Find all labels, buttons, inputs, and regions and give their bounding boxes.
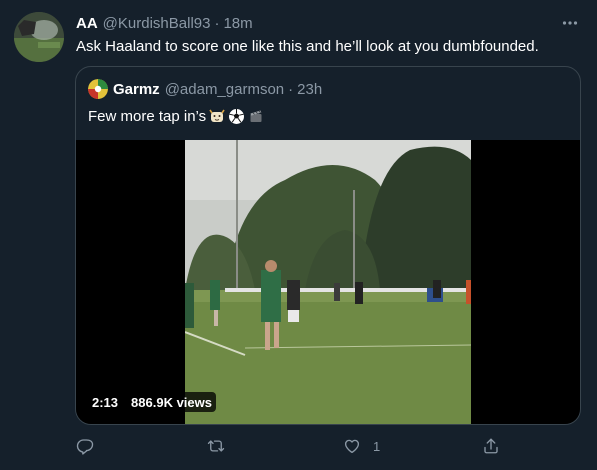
video-thumbnail [185,140,471,424]
soccer-ball-icon [228,108,245,125]
like-button[interactable]: 1 [343,434,380,458]
reply-icon [76,437,94,455]
separator-dot: · [214,14,220,32]
quoted-tweet[interactable]: Garmz @adam_garmson · 23h Few more tap i… [75,66,581,425]
video-info-overlay: 2:13 886.9K views [88,392,216,412]
like-count: 1 [373,438,381,454]
tweet-actions: 1 [76,434,506,458]
tweet-text: Ask Haaland to score one like this and h… [76,38,539,55]
tweet-header: AA @KurdishBall93 · 18m [76,13,253,33]
quoted-tweet-text-row: Few more tap in’s [88,105,263,127]
quoted-avatar[interactable] [88,79,108,99]
share-button[interactable] [482,434,500,458]
video-views: 886.9K views [131,394,212,410]
retweet-button[interactable] [207,434,237,458]
reply-button[interactable] [76,434,106,458]
video-player[interactable]: 2:13 886.9K views [76,140,580,424]
retweet-icon [207,437,225,455]
quoted-tweet-text: Few more tap in’s [88,107,207,125]
quoted-tweet-header: Garmz @adam_garmson · 23h [88,79,322,99]
avatar[interactable] [14,12,64,62]
author-name[interactable]: AA [76,15,98,32]
video-duration: 2:13 [92,394,119,410]
quoted-tweet-timestamp[interactable]: 23h [297,81,322,98]
tweet-timestamp[interactable]: 18m [223,15,252,32]
clapperboard-icon [249,109,263,123]
share-icon [482,437,500,455]
quoted-author-handle[interactable]: @adam_garmson [165,81,284,98]
quoted-separator-dot: · [288,80,294,98]
goat-icon [208,108,226,124]
author-handle[interactable]: @KurdishBall93 [103,15,211,32]
quoted-author-name[interactable]: Garmz [113,81,160,98]
tweet[interactable]: AA @KurdishBall93 · 18m Ask Haaland to s… [0,0,597,470]
more-icon[interactable] [559,12,581,34]
like-icon [343,437,361,455]
avatar-image [14,12,64,62]
